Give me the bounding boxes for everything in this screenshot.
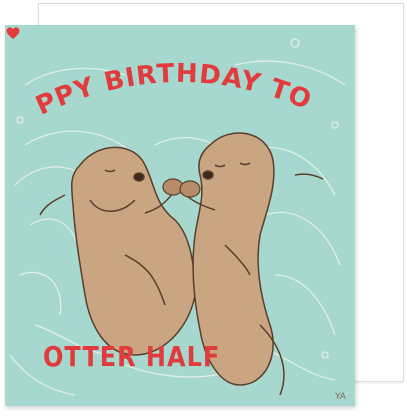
- clasped-paws: [162, 178, 201, 198]
- greeting-card: HAPPY BIRTHDAY TO MY: [5, 25, 355, 406]
- closing-text: OTTER HALF: [43, 340, 221, 374]
- headline-text: HAPPY BIRTHDAY TO MY: [5, 25, 326, 121]
- artist-signature: YA: [334, 392, 347, 402]
- heart-icon: [6, 27, 20, 39]
